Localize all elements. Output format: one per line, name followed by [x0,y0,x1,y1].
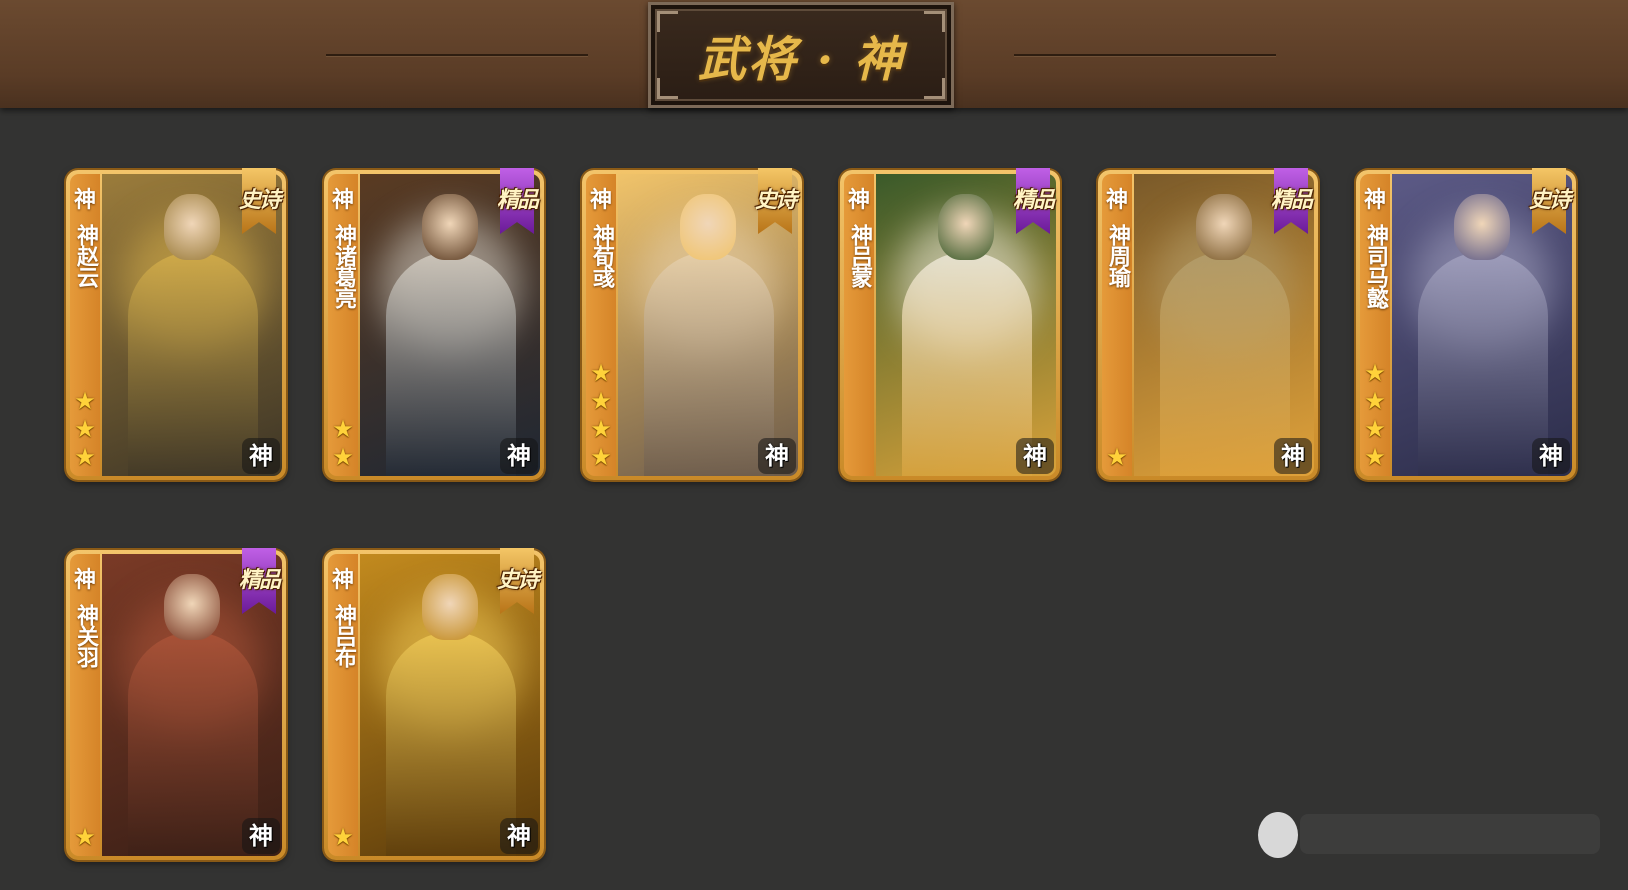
god-seal-icon: 神 [1016,438,1054,474]
watermark [1300,814,1600,854]
hero-kind-label: 神 [1105,188,1128,213]
star-icon: ★ [1106,443,1128,471]
card-side-strip [328,554,358,856]
hero-card[interactable]: 神神关羽 ★ 精品神 [66,548,286,860]
quality-label: 史诗 [1528,187,1571,213]
hero-name: 神关羽 [73,604,98,667]
star-rating: ★ ★ ★ [70,388,100,470]
quality-badge: 史诗 [486,548,548,620]
hero-name: 神司马懿 [1363,224,1388,308]
hero-name: 神吕蒙 [847,224,872,287]
star-icon: ★ [74,443,96,471]
star-rating: ★ [1102,444,1132,470]
god-seal-icon: 神 [242,818,280,854]
hero-card[interactable]: 神神司马懿 ★ ★ ★ ★ 史诗神 [1356,168,1576,480]
hero-kind-label: 神 [331,568,354,593]
star-icon: ★ [332,415,354,443]
star-icon: ★ [1364,443,1386,471]
hero-card[interactable]: 神神诸葛亮 ★ ★ 精品神 [324,168,544,480]
hero-card[interactable]: 神神周瑜 ★ 精品神 [1098,168,1318,480]
hero-name: 神荀彧 [589,224,614,287]
star-icon: ★ [1364,359,1386,387]
star-icon: ★ [74,415,96,443]
god-seal-icon: 神 [1532,438,1570,474]
card-side-strip [844,174,874,476]
star-icon: ★ [590,387,612,415]
star-rating: ★ ★ [328,416,358,470]
hero-kind-label: 神 [589,188,612,213]
star-icon: ★ [1364,387,1386,415]
god-seal-icon: 神 [1274,438,1312,474]
hero-kind-label: 神 [847,188,870,213]
star-icon: ★ [590,415,612,443]
star-icon: ★ [332,823,354,851]
star-icon: ★ [74,387,96,415]
quality-badge: 史诗 [228,168,290,240]
quality-label: 精品 [1012,187,1055,213]
hero-name: 神吕布 [331,604,356,667]
hero-card[interactable]: 神神吕布 ★ 史诗神 [324,548,544,860]
star-rating: ★ ★ ★ ★ [586,360,616,470]
star-icon: ★ [590,443,612,471]
god-seal-icon: 神 [500,438,538,474]
hero-name: 神周瑜 [1105,224,1130,287]
quality-label: 史诗 [238,187,281,213]
hero-name: 神诸葛亮 [331,224,356,308]
hero-kind-label: 神 [73,568,96,593]
hero-card[interactable]: 神神赵云 ★ ★ ★ 史诗神 [66,168,286,480]
quality-badge: 精品 [1002,168,1064,240]
quality-label: 精品 [496,187,539,213]
quality-label: 精品 [1270,187,1313,213]
hero-kind-label: 神 [1363,188,1386,213]
watermark-logo-icon [1258,812,1298,858]
god-seal-icon: 神 [500,818,538,854]
hero-kind-label: 神 [73,188,96,213]
hero-card[interactable]: 神神荀彧 ★ ★ ★ ★ 史诗神 [582,168,802,480]
star-rating: ★ [328,824,358,850]
hero-card-grid: 神神赵云 ★ ★ ★ 史诗神神神诸葛亮 ★ ★ 精品神神神荀彧 ★ ★ ★ ★ 史诗神神神吕蒙 精品神神神… [0,0,1628,890]
quality-label: 史诗 [496,567,539,593]
quality-badge: 史诗 [744,168,806,240]
star-icon: ★ [74,823,96,851]
god-seal-icon: 神 [242,438,280,474]
hero-kind-label: 神 [331,188,354,213]
star-icon: ★ [1364,415,1386,443]
quality-label: 精品 [238,567,281,593]
quality-badge: 精品 [1260,168,1322,240]
star-rating: ★ [70,824,100,850]
quality-label: 史诗 [754,187,797,213]
hero-card[interactable]: 神神吕蒙 精品神 [840,168,1060,480]
quality-badge: 精品 [486,168,548,240]
card-side-strip [70,554,100,856]
star-icon: ★ [590,359,612,387]
star-icon: ★ [332,443,354,471]
star-rating: ★ ★ ★ ★ [1360,360,1390,470]
god-seal-icon: 神 [758,438,796,474]
hero-name: 神赵云 [73,224,98,287]
quality-badge: 史诗 [1518,168,1580,240]
quality-badge: 精品 [228,548,290,620]
card-side-strip [1102,174,1132,476]
